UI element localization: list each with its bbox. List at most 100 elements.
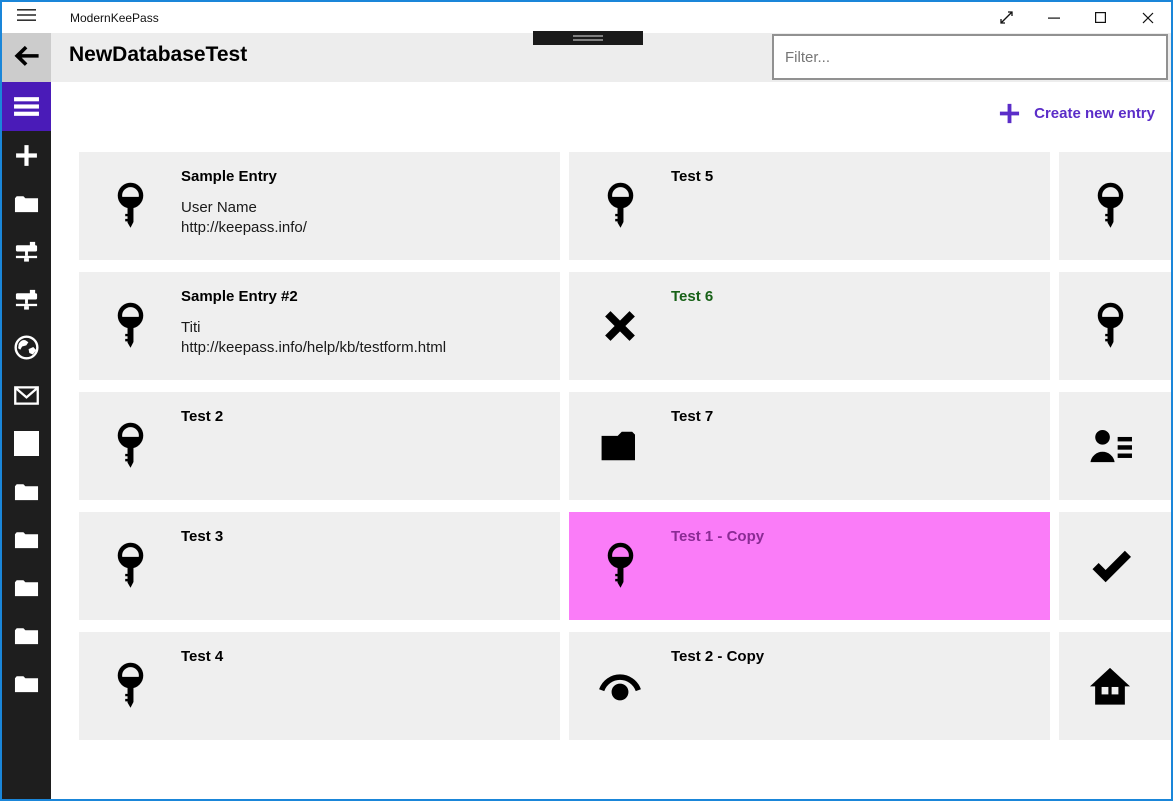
titlebar-menu-button[interactable] [2, 2, 50, 33]
entry-card[interactable]: Test 4 [79, 632, 560, 740]
entry-details: User Name http://keepass.info/ [181, 199, 307, 236]
folder-icon [14, 527, 39, 552]
key-icon [79, 512, 181, 620]
key-icon [79, 272, 181, 380]
maximize-icon [1095, 12, 1106, 23]
entry-body: Test 1 - Copy [671, 512, 764, 620]
entry-card[interactable]: Test 2 - Copy [569, 632, 1050, 740]
folder-icon [14, 575, 39, 600]
entry-body: Test 3 [181, 512, 223, 620]
sidebar-item-mail[interactable] [2, 371, 51, 419]
entry-card[interactable]: Test 3 [79, 512, 560, 620]
sidebar-item-group-folder-2[interactable] [2, 515, 51, 563]
minimize-button[interactable] [1030, 2, 1077, 33]
filter-input[interactable] [772, 34, 1168, 80]
main-content: Create new entry Sample Entry User Name ht… [51, 82, 1171, 799]
entry-title: Test 2 - Copy [671, 648, 765, 665]
entry-card[interactable]: Test 1 - Copy [569, 512, 1050, 620]
page-title: NewDatabaseTest [69, 43, 248, 66]
entry-title: Test 2 [181, 408, 224, 425]
entry-body: Test 6 [671, 272, 713, 380]
entry-card[interactable]: Test 6 [569, 272, 1050, 380]
sidebar-item-group-folder-4[interactable] [2, 611, 51, 659]
sidebar-item-internet[interactable] [2, 323, 51, 371]
sidebar-item-group-folder-3[interactable] [2, 563, 51, 611]
close-button[interactable] [1124, 2, 1171, 33]
back-button[interactable] [2, 33, 51, 82]
sidebar-nav [2, 82, 51, 799]
expand-icon [1000, 11, 1013, 24]
sitemap-icon [14, 239, 39, 264]
sidebar-item-group-folder-5[interactable] [2, 659, 51, 707]
sidebar-item-menu[interactable] [2, 82, 51, 131]
entry-body: Test 7 [671, 392, 713, 500]
entry-body: Test 5 [671, 152, 713, 260]
entry-body: Test 2 [181, 392, 223, 500]
entry-grid: Sample Entry User Name http://keepass.info… [79, 152, 1171, 740]
entry-body: Test 4 [181, 632, 223, 740]
key-icon [79, 632, 181, 740]
checkmark-icon [1059, 512, 1161, 620]
create-new-entry-label: Create new entry [1034, 105, 1155, 122]
app-title: ModernKeePass [70, 10, 159, 25]
hamburger-icon [16, 8, 36, 27]
entry-title: Test 3 [181, 528, 224, 545]
key-icon [1059, 152, 1161, 260]
entry-card[interactable]: Sample Entry User Name http://keepass.info… [79, 152, 560, 260]
entry-title: Test 5 [671, 168, 714, 185]
plus-icon [14, 143, 39, 168]
window-controls [983, 2, 1171, 33]
entry-title: Test 6 [671, 288, 714, 305]
entry-card[interactable] [1059, 392, 1171, 500]
entry-card[interactable]: Test 5 [569, 152, 1050, 260]
sidebar-item-group-square[interactable] [2, 419, 51, 467]
entry-card[interactable]: Test 2 [79, 392, 560, 500]
entry-card[interactable] [1059, 272, 1171, 380]
entry-card[interactable]: Sample Entry #2 Titi http://keepass.info/h… [79, 272, 560, 380]
entry-body: Sample Entry #2 Titi http://keepass.info/h… [181, 272, 446, 380]
plus-icon [998, 102, 1021, 125]
x-cross-icon [569, 272, 671, 380]
titlebar: ModernKeePass [2, 2, 1171, 33]
contact-list-icon [1059, 392, 1161, 500]
entry-title: Sample Entry [181, 168, 277, 185]
mail-icon [14, 383, 39, 408]
create-new-entry-button[interactable]: Create new entry [998, 102, 1155, 125]
entry-body: Test 2 - Copy [671, 632, 764, 740]
square-icon [14, 430, 39, 456]
folder-filled-icon [569, 392, 671, 500]
folder-icon [14, 479, 39, 504]
folder-icon [14, 191, 39, 216]
expand-button[interactable] [983, 2, 1030, 33]
entry-title: Sample Entry #2 [181, 288, 298, 305]
home-icon [1059, 632, 1161, 740]
folder-icon [14, 623, 39, 648]
app-window: ModernKeePass NewDatabaseTest Create new… [0, 0, 1173, 801]
sitemap-icon [14, 287, 39, 312]
sidebar-item-folder[interactable] [2, 179, 51, 227]
window-drag-handle[interactable] [533, 31, 643, 45]
entry-card[interactable] [1059, 632, 1171, 740]
sidebar-item-group-folder-1[interactable] [2, 467, 51, 515]
key-icon [79, 392, 181, 500]
back-arrow-icon [13, 45, 40, 70]
sidebar-item-add[interactable] [2, 131, 51, 179]
view-eye-icon [569, 632, 671, 740]
entry-card[interactable]: Test 7 [569, 392, 1050, 500]
key-icon [569, 152, 671, 260]
key-icon [569, 512, 671, 620]
key-icon [1059, 272, 1161, 380]
folder-icon [14, 671, 39, 696]
key-icon [79, 152, 181, 260]
close-icon [1142, 12, 1154, 24]
entry-title: Test 4 [181, 648, 224, 665]
maximize-button[interactable] [1077, 2, 1124, 33]
globe-icon [14, 334, 39, 360]
entry-card[interactable] [1059, 152, 1171, 260]
entry-card[interactable] [1059, 512, 1171, 620]
entry-details: Titi http://keepass.info/help/kb/testform… [181, 319, 447, 356]
hamburger-icon [13, 93, 40, 120]
minimize-icon [1047, 12, 1060, 24]
sidebar-item-hierarchy-1[interactable] [2, 227, 51, 275]
sidebar-item-hierarchy-2[interactable] [2, 275, 51, 323]
